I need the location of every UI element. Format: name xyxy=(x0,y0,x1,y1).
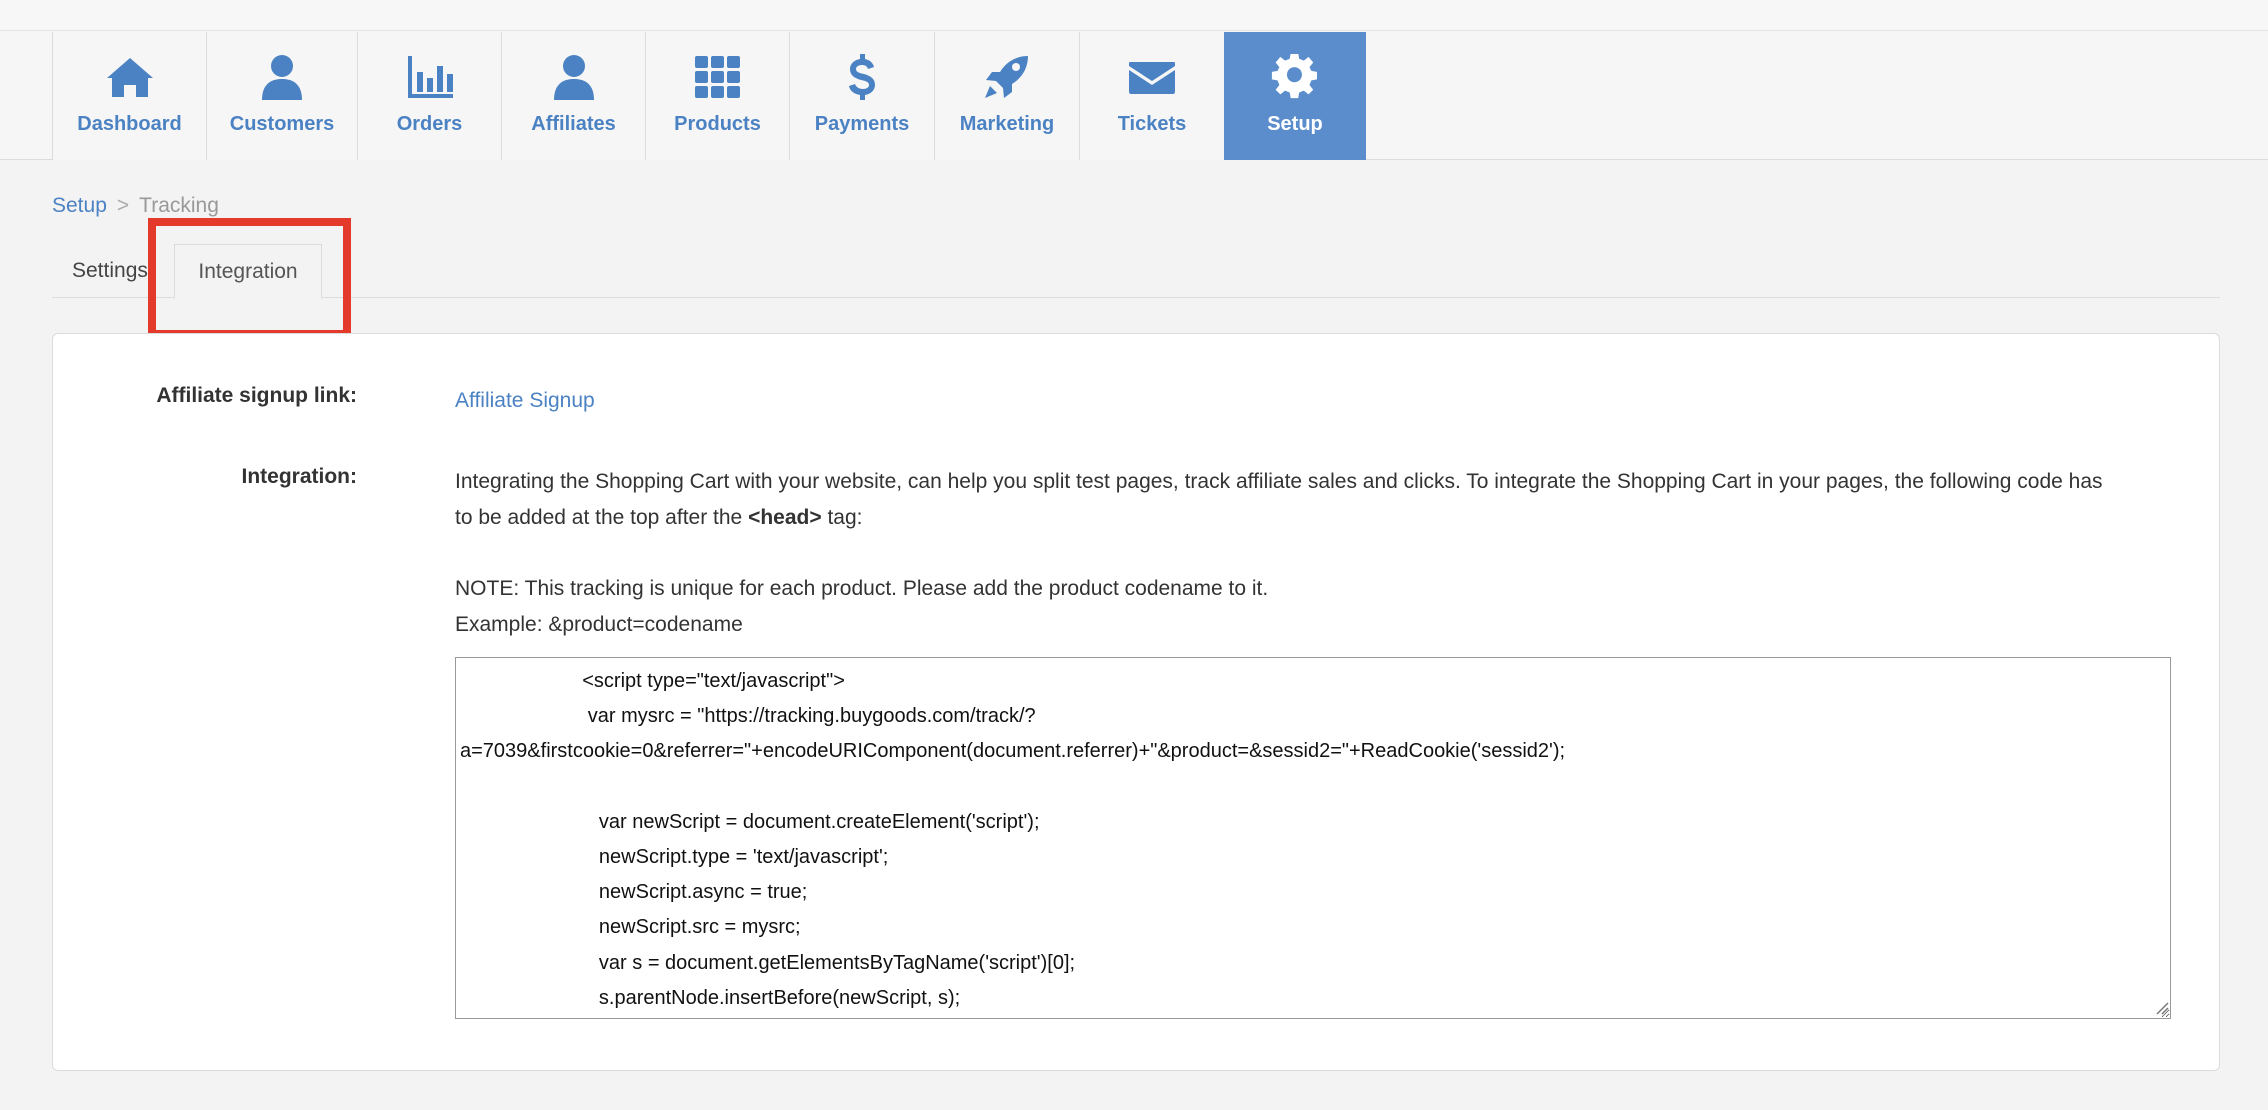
user-icon xyxy=(256,53,308,101)
nav-label: Marketing xyxy=(959,113,1055,135)
tracking-code-textarea[interactable]: <script type="text/javascript"> var mysr… xyxy=(455,657,2171,1019)
nav-label: Customers xyxy=(229,113,335,135)
nav-item-products[interactable]: Products xyxy=(645,32,789,160)
signup-link-row: Affiliate Signup xyxy=(455,383,595,419)
integration-panel: Affiliate signup link: Affiliate Signup … xyxy=(52,333,2220,1071)
integration-label: Integration: xyxy=(241,465,358,488)
breadcrumb-separator: > xyxy=(116,194,130,217)
user-icon xyxy=(548,53,600,101)
home-icon xyxy=(104,53,156,101)
gear-icon xyxy=(1269,53,1321,101)
breadcrumb: Setup > Tracking xyxy=(52,194,219,218)
nav-label: Affiliates xyxy=(531,113,616,135)
top-bar xyxy=(0,0,2268,31)
rocket-icon xyxy=(981,53,1033,101)
description-line-2: to be added at the top after the <head> … xyxy=(455,500,2185,536)
nav-label: Tickets xyxy=(1117,113,1187,135)
affiliate-signup-link[interactable]: Affiliate Signup xyxy=(455,389,595,412)
nav-item-tickets[interactable]: Tickets xyxy=(1079,32,1224,160)
description-text: to be added at the top after the xyxy=(455,506,749,529)
tracking-note: NOTE: This tracking is unique for each p… xyxy=(455,577,1269,600)
tab-bar: Settings Integration xyxy=(52,244,2220,299)
nav-item-orders[interactable]: Orders xyxy=(357,32,501,160)
resize-grip-icon[interactable] xyxy=(2155,1001,2169,1015)
nav-label: Orders xyxy=(396,113,463,135)
breadcrumb-setup-link[interactable]: Setup xyxy=(52,194,107,217)
nav-item-setup[interactable]: Setup xyxy=(1224,32,1366,160)
nav-label: Dashboard xyxy=(77,113,182,135)
breadcrumb-current: Tracking xyxy=(139,194,219,217)
nav-item-affiliates[interactable]: Affiliates xyxy=(501,32,645,160)
main-nav: Dashboard Customers Orders Affiliates Pr… xyxy=(52,32,1366,160)
bar-chart-icon xyxy=(404,53,456,101)
integration-description: Integrating the Shopping Cart with your … xyxy=(455,464,2185,643)
nav-item-dashboard[interactable]: Dashboard xyxy=(52,32,206,160)
tab-settings[interactable]: Settings xyxy=(52,244,172,298)
nav-label: Products xyxy=(674,113,761,135)
head-tag-text: <head> xyxy=(748,506,822,529)
nav-item-customers[interactable]: Customers xyxy=(206,32,357,160)
tab-integration[interactable]: Integration xyxy=(174,244,322,299)
nav-item-payments[interactable]: Payments xyxy=(789,32,934,160)
grid-icon xyxy=(692,53,744,101)
nav-label: Setup xyxy=(1267,113,1323,135)
dollar-icon xyxy=(836,53,888,101)
signup-link-label: Affiliate signup link: xyxy=(156,384,357,407)
nav-item-marketing[interactable]: Marketing xyxy=(934,32,1079,160)
envelope-icon xyxy=(1126,53,1178,101)
description-line-1: Integrating the Shopping Cart with your … xyxy=(455,470,2103,493)
nav-label: Payments xyxy=(814,113,910,135)
description-text: tag: xyxy=(821,506,863,529)
tracking-example: Example: &product=codename xyxy=(455,613,743,636)
